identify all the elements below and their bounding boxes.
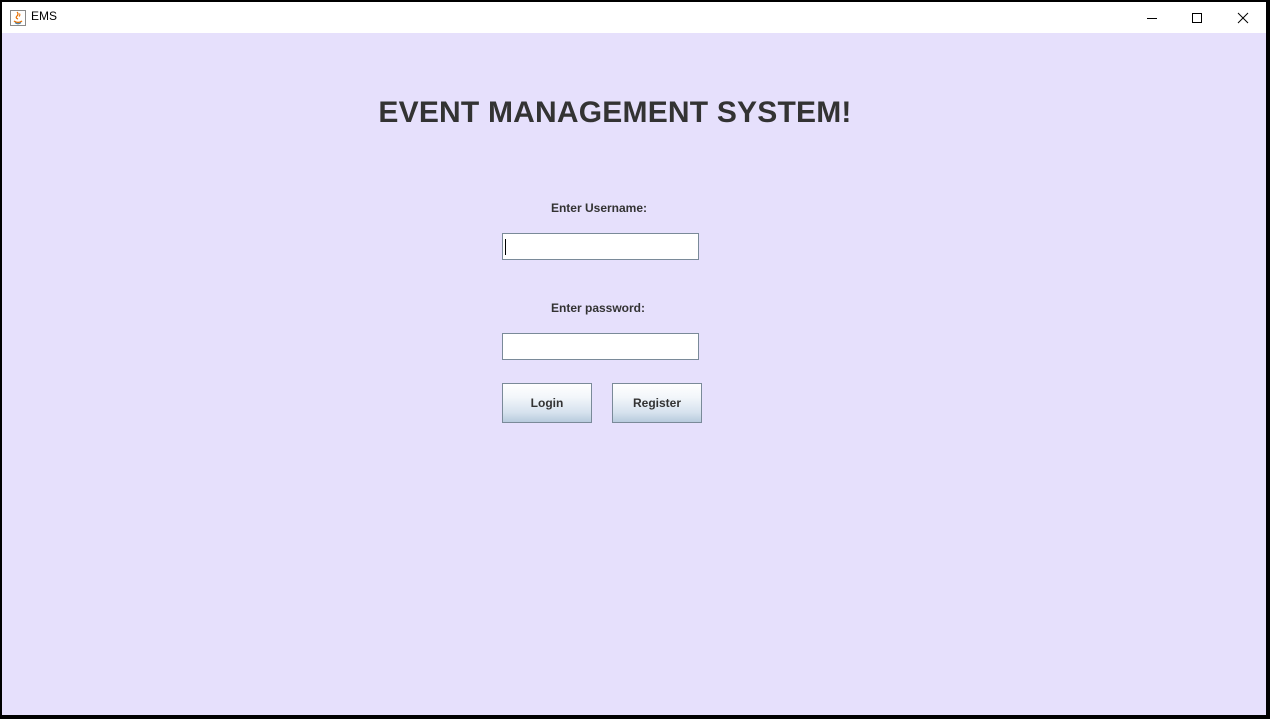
text-caret bbox=[505, 239, 506, 255]
title-bar[interactable]: EMS bbox=[2, 2, 1266, 33]
maximize-icon bbox=[1192, 12, 1202, 23]
minimize-button[interactable] bbox=[1129, 2, 1175, 33]
username-field[interactable] bbox=[502, 233, 699, 260]
login-button[interactable]: Login bbox=[502, 383, 592, 423]
register-button[interactable]: Register bbox=[612, 383, 702, 423]
password-label: Enter password: bbox=[550, 301, 646, 315]
password-field[interactable] bbox=[502, 333, 699, 360]
maximize-button[interactable] bbox=[1174, 2, 1220, 33]
username-label: Enter Username: bbox=[550, 201, 648, 215]
minimize-icon bbox=[1147, 17, 1157, 19]
close-button[interactable] bbox=[1220, 2, 1266, 33]
page-title: EVENT MANAGEMENT SYSTEM! bbox=[378, 96, 852, 129]
close-icon bbox=[1237, 12, 1249, 23]
java-app-icon bbox=[10, 10, 26, 26]
window-title: EMS bbox=[31, 9, 58, 23]
app-window: EMS EVENT MANAGEMENT SYSTEM! Enter Usern… bbox=[2, 2, 1266, 715]
